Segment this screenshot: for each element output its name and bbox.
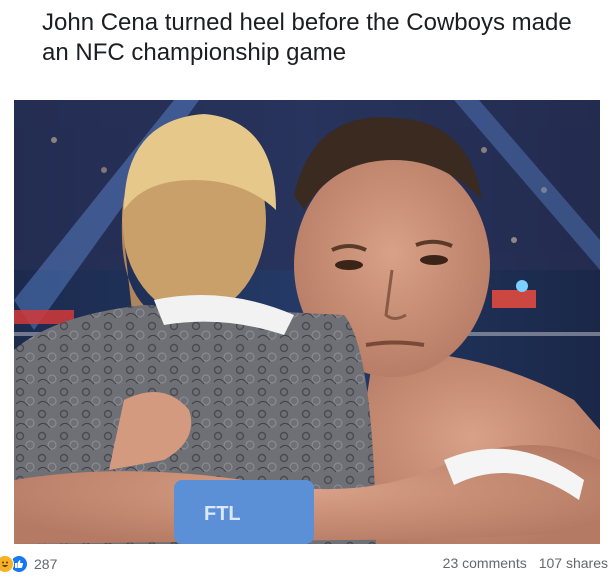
post-caption: John Cena turned heel before the Cowboys…: [42, 9, 572, 66]
comments-link[interactable]: 23 comments: [443, 555, 527, 571]
post-footer: 287 23 comments 107 shares: [0, 553, 614, 577]
svg-text:FTL: FTL: [204, 503, 241, 525]
reactions-summary[interactable]: 287: [0, 555, 57, 573]
engagement-meta: 23 comments 107 shares: [443, 555, 608, 571]
post-photo[interactable]: FTL: [14, 100, 600, 544]
shares-link[interactable]: 107 shares: [539, 555, 608, 571]
photo-illustration: FTL: [14, 100, 600, 544]
reaction-count: 287: [34, 556, 58, 572]
